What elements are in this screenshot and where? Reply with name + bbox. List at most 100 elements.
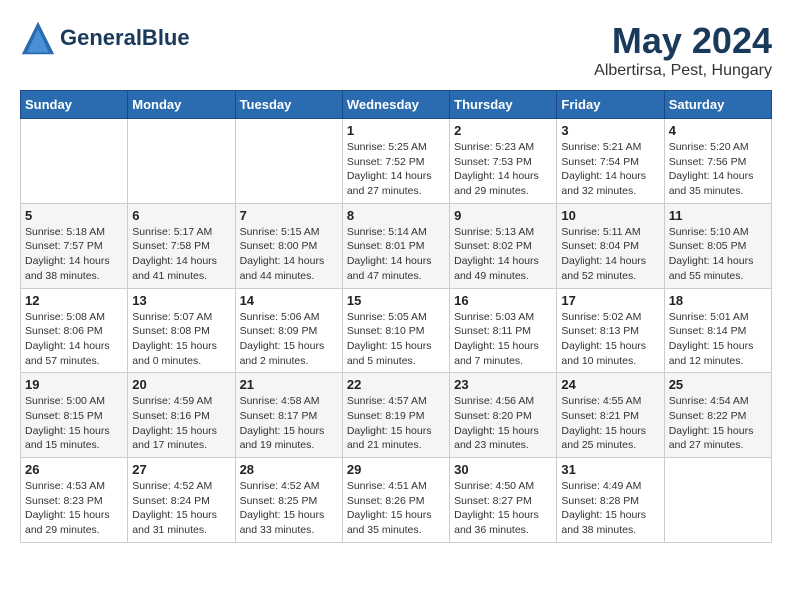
calendar-cell: 12 Sunrise: 5:08 AMSunset: 8:06 PMDayligh… [21,288,128,373]
day-info: Sunrise: 5:03 AMSunset: 8:11 PMDaylight:… [454,310,552,369]
day-of-week-header: Monday [128,91,235,119]
calendar-cell [235,119,342,204]
calendar-cell: 23Sunrise: 4:56 AMSunset: 8:20 PMDayligh… [450,373,557,458]
calendar-table: SundayMondayTuesdayWednesdayThursdayFrid… [20,90,772,543]
day-info: Sunrise: 5:18 AMSunset: 7:57 PMDaylight:… [25,225,123,284]
day-of-week-header: Friday [557,91,664,119]
calendar-cell: 7 Sunrise: 5:15 AMSunset: 8:00 PMDaylight… [235,203,342,288]
day-info: Sunrise: 4:49 AMSunset: 8:28 PMDaylight:… [561,479,659,538]
calendar-cell [128,119,235,204]
day-of-week-header: Wednesday [342,91,449,119]
calendar-cell: 11Sunrise: 5:10 AMSunset: 8:05 PMDayligh… [664,203,771,288]
calendar-cell [664,458,771,543]
day-number: 8 [347,208,445,223]
day-number: 25 [669,377,767,392]
day-info: Sunrise: 4:59 AMSunset: 8:16 PMDaylight:… [132,394,230,453]
calendar-cell: 4Sunrise: 5:20 AMSunset: 7:56 PMDaylight… [664,119,771,204]
day-info: Sunrise: 5:05 AMSunset: 8:10 PMDaylight:… [347,310,445,369]
day-number: 1 [347,123,445,138]
day-number: 18 [669,293,767,308]
day-number: 31 [561,462,659,477]
day-info: Sunrise: 4:56 AMSunset: 8:20 PMDaylight:… [454,394,552,453]
calendar-cell: 19 Sunrise: 5:00 AMSunset: 8:15 PMDayligh… [21,373,128,458]
day-number: 20 [132,377,230,392]
day-info: Sunrise: 5:11 AMSunset: 8:04 PMDaylight:… [561,225,659,284]
day-number: 19 [25,377,123,392]
day-number: 3 [561,123,659,138]
calendar-week-row: 5 Sunrise: 5:18 AMSunset: 7:57 PMDaylight… [21,203,772,288]
day-number: 17 [561,293,659,308]
day-info: Sunrise: 5:02 AMSunset: 8:13 PMDaylight:… [561,310,659,369]
calendar-week-row: 19 Sunrise: 5:00 AMSunset: 8:15 PMDayligh… [21,373,772,458]
logo: GeneralBlue [20,20,190,56]
day-number: 21 [240,377,338,392]
calendar-cell: 2Sunrise: 5:23 AMSunset: 7:53 PMDaylight… [450,119,557,204]
month-title: May 2024 [594,20,772,62]
calendar-cell: 18Sunrise: 5:01 AMSunset: 8:14 PMDayligh… [664,288,771,373]
calendar-cell: 14Sunrise: 5:06 AMSunset: 8:09 PMDayligh… [235,288,342,373]
day-number: 12 [25,293,123,308]
day-info: Sunrise: 5:20 AMSunset: 7:56 PMDaylight:… [669,140,767,199]
calendar-cell: 24 Sunrise: 4:55 AMSunset: 8:21 PMDayligh… [557,373,664,458]
calendar-cell: 28 Sunrise: 4:52 AMSunset: 8:25 PMDayligh… [235,458,342,543]
day-number: 7 [240,208,338,223]
calendar-cell: 31 Sunrise: 4:49 AMSunset: 8:28 PMDayligh… [557,458,664,543]
day-number: 24 [561,377,659,392]
calendar-cell: 17 Sunrise: 5:02 AMSunset: 8:13 PMDayligh… [557,288,664,373]
day-number: 5 [25,208,123,223]
day-number: 6 [132,208,230,223]
day-number: 14 [240,293,338,308]
title-area: May 2024 Albertirsa, Pest, Hungary [594,20,772,80]
calendar-cell: 22Sunrise: 4:57 AMSunset: 8:19 PMDayligh… [342,373,449,458]
day-info: Sunrise: 4:54 AMSunset: 8:22 PMDaylight:… [669,394,767,453]
calendar-week-row: 12 Sunrise: 5:08 AMSunset: 8:06 PMDayligh… [21,288,772,373]
day-info: Sunrise: 4:55 AMSunset: 8:21 PMDaylight:… [561,394,659,453]
day-of-week-header: Tuesday [235,91,342,119]
calendar-week-row: 1 Sunrise: 5:25 AMSunset: 7:52 PMDaylight… [21,119,772,204]
day-info: Sunrise: 4:51 AMSunset: 8:26 PMDaylight:… [347,479,445,538]
day-info: Sunrise: 5:00 AMSunset: 8:15 PMDaylight:… [25,394,123,453]
day-info: Sunrise: 4:52 AMSunset: 8:24 PMDaylight:… [132,479,230,538]
calendar-cell: 13Sunrise: 5:07 AMSunset: 8:08 PMDayligh… [128,288,235,373]
day-number: 13 [132,293,230,308]
calendar-week-row: 26 Sunrise: 4:53 AMSunset: 8:23 PMDayligh… [21,458,772,543]
day-number: 27 [132,462,230,477]
day-info: Sunrise: 5:08 AMSunset: 8:06 PMDaylight:… [25,310,123,369]
app-name: GeneralBlue [60,26,190,50]
calendar-cell: 3Sunrise: 5:21 AMSunset: 7:54 PMDaylight… [557,119,664,204]
day-info: Sunrise: 4:50 AMSunset: 8:27 PMDaylight:… [454,479,552,538]
calendar-cell: 1 Sunrise: 5:25 AMSunset: 7:52 PMDaylight… [342,119,449,204]
day-info: Sunrise: 5:17 AMSunset: 7:58 PMDaylight:… [132,225,230,284]
calendar-cell [21,119,128,204]
calendar-cell: 10Sunrise: 5:11 AMSunset: 8:04 PMDayligh… [557,203,664,288]
day-number: 28 [240,462,338,477]
day-info: Sunrise: 5:23 AMSunset: 7:53 PMDaylight:… [454,140,552,199]
day-number: 15 [347,293,445,308]
calendar-cell: 8Sunrise: 5:14 AMSunset: 8:01 PMDaylight… [342,203,449,288]
day-info: Sunrise: 4:53 AMSunset: 8:23 PMDaylight:… [25,479,123,538]
day-info: Sunrise: 4:57 AMSunset: 8:19 PMDaylight:… [347,394,445,453]
calendar-body: 1 Sunrise: 5:25 AMSunset: 7:52 PMDaylight… [21,119,772,543]
calendar-cell: 21 Sunrise: 4:58 AMSunset: 8:17 PMDayligh… [235,373,342,458]
location-title: Albertirsa, Pest, Hungary [594,62,772,80]
calendar-cell: 29 Sunrise: 4:51 AMSunset: 8:26 PMDayligh… [342,458,449,543]
day-of-week-header: Sunday [21,91,128,119]
calendar-cell: 15 Sunrise: 5:05 AMSunset: 8:10 PMDayligh… [342,288,449,373]
day-number: 9 [454,208,552,223]
calendar-cell: 25 Sunrise: 4:54 AMSunset: 8:22 PMDayligh… [664,373,771,458]
day-number: 26 [25,462,123,477]
day-number: 30 [454,462,552,477]
calendar-cell: 9 Sunrise: 5:13 AMSunset: 8:02 PMDaylight… [450,203,557,288]
calendar-cell: 30 Sunrise: 4:50 AMSunset: 8:27 PMDayligh… [450,458,557,543]
day-number: 29 [347,462,445,477]
day-info: Sunrise: 5:15 AMSunset: 8:00 PMDaylight:… [240,225,338,284]
day-info: Sunrise: 4:58 AMSunset: 8:17 PMDaylight:… [240,394,338,453]
calendar-cell: 26 Sunrise: 4:53 AMSunset: 8:23 PMDayligh… [21,458,128,543]
calendar-cell: 6 Sunrise: 5:17 AMSunset: 7:58 PMDaylight… [128,203,235,288]
day-info: Sunrise: 4:52 AMSunset: 8:25 PMDaylight:… [240,479,338,538]
calendar-cell: 16Sunrise: 5:03 AMSunset: 8:11 PMDayligh… [450,288,557,373]
day-info: Sunrise: 5:25 AMSunset: 7:52 PMDaylight:… [347,140,445,199]
day-info: Sunrise: 5:13 AMSunset: 8:02 PMDaylight:… [454,225,552,284]
day-number: 11 [669,208,767,223]
calendar-cell: 5 Sunrise: 5:18 AMSunset: 7:57 PMDaylight… [21,203,128,288]
